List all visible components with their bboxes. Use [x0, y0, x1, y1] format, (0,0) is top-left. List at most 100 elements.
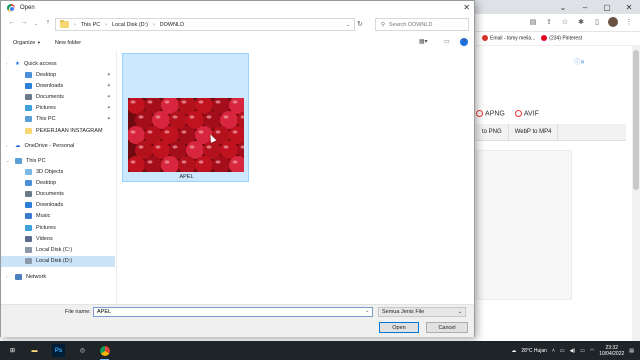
- address-bar[interactable]: › This PC › Local Disk (D:) › DOWNLD ⌄: [55, 18, 355, 31]
- minimize-icon[interactable]: –: [574, 0, 596, 14]
- notifications-icon[interactable]: ▤: [629, 348, 634, 354]
- share-icon[interactable]: ⇪: [544, 17, 554, 27]
- organize-button[interactable]: Organize ▼: [13, 40, 41, 46]
- taskbar: ⊞ ▬ Ps ◎ ☁ 28°C Hujan ˄ ▭ ◀) ▭ ◠ 23:32 1…: [0, 341, 640, 360]
- clock[interactable]: 23:32 10/04/2022: [599, 345, 624, 357]
- desktop-icon: [25, 179, 32, 186]
- dialog-close-icon[interactable]: ✕: [463, 3, 470, 12]
- nav-item[interactable]: Desktop ✦: [1, 69, 115, 80]
- nav-item[interactable]: PEKERJAAN INSTAGRAM: [1, 125, 115, 136]
- help-icon[interactable]: ?: [460, 38, 468, 46]
- chevron-down-icon: ▼: [36, 39, 41, 45]
- format-apng[interactable]: APNG: [476, 110, 505, 117]
- breadcrumb-this-pc[interactable]: This PC: [81, 22, 101, 28]
- command-bar: Organize ▼ New folder ▦▾ ▭ ?: [1, 35, 474, 50]
- nav-item[interactable]: Music: [1, 211, 115, 222]
- format-links: APNG AVIF: [476, 110, 539, 117]
- bookmark-email[interactable]: Email - tomy meila...: [482, 35, 535, 42]
- chrome-icon: [7, 4, 15, 12]
- nav-item[interactable]: Local Disk (C:): [1, 244, 115, 255]
- tray-chevron-icon[interactable]: ˄: [552, 348, 555, 354]
- app-icon[interactable]: ◎: [76, 344, 89, 357]
- nav-item[interactable]: Pictures ✦: [1, 103, 115, 114]
- downloads-icon: [25, 82, 32, 89]
- file-name-dropdown-chevron-icon[interactable]: ⌄: [365, 308, 369, 314]
- nav-item[interactable]: Desktop: [1, 177, 115, 188]
- nav-quick-access[interactable]: › ★ Quick access: [1, 58, 115, 69]
- bookmark-pinterest[interactable]: (234) Pinterest: [541, 35, 582, 42]
- pin-icon[interactable]: ✦: [107, 83, 111, 89]
- volume-icon[interactable]: ◀): [570, 348, 576, 354]
- weather-icon[interactable]: ☁: [511, 348, 516, 354]
- view-options-icon[interactable]: ▦▾: [419, 38, 428, 45]
- convert-tab-webp-to-mp4[interactable]: WebP to MP4: [509, 124, 559, 140]
- profile-avatar[interactable]: [608, 17, 618, 27]
- chrome-taskbar-icon[interactable]: [98, 344, 111, 360]
- back-arrow-icon[interactable]: ←: [7, 19, 17, 26]
- nav-item-label: Desktop: [36, 71, 57, 78]
- refresh-icon[interactable]: ↻: [357, 20, 363, 28]
- nav-item[interactable]: 3D Objects: [1, 166, 115, 177]
- nav-item[interactable]: Videos: [1, 233, 115, 244]
- maximize-icon[interactable]: ▢: [596, 0, 618, 14]
- nav-item[interactable]: This PC ✦: [1, 114, 115, 125]
- start-windows-icon[interactable]: ⊞: [6, 344, 19, 357]
- folder-icon: [25, 127, 32, 134]
- page-scrollbar-thumb[interactable]: [633, 50, 639, 190]
- preview-pane-icon[interactable]: ▭: [444, 38, 450, 45]
- breadcrumb-downld[interactable]: DOWNLD: [160, 22, 184, 28]
- open-button[interactable]: Open: [379, 322, 419, 333]
- new-folder-button[interactable]: New folder: [55, 40, 81, 46]
- nav-item[interactable]: Documents: [1, 188, 115, 199]
- nav-item-label: Downloads: [36, 82, 64, 89]
- extensions-icon[interactable]: ✱: [576, 17, 586, 27]
- nav-item[interactable]: Downloads ✦: [1, 80, 115, 91]
- file-explorer-icon[interactable]: ▬: [28, 344, 41, 357]
- format-avif[interactable]: AVIF: [514, 110, 539, 117]
- wifi-icon[interactable]: ◠: [590, 348, 594, 354]
- nav-item-label: Downloads: [36, 202, 64, 209]
- nav-item[interactable]: Pictures: [1, 222, 115, 233]
- nav-network[interactable]: › Network: [1, 271, 115, 282]
- pin-icon[interactable]: ✦: [107, 94, 111, 100]
- collapse-arrow-icon[interactable]: ⌄: [6, 158, 9, 163]
- browser-tab-search-icon[interactable]: ⌄: [552, 0, 574, 14]
- 3d-objects-icon: [25, 168, 32, 175]
- nav-this-pc[interactable]: ⌄ This PC: [1, 155, 115, 166]
- pin-icon[interactable]: ✦: [107, 72, 111, 78]
- file-item-apel[interactable]: APEL: [122, 53, 249, 182]
- expand-arrow-icon[interactable]: ›: [6, 274, 7, 279]
- network-tray-icon[interactable]: ▭: [560, 348, 565, 354]
- file-name-input[interactable]: [93, 307, 373, 317]
- weather-text[interactable]: 28°C Hujan: [521, 348, 547, 354]
- address-dropdown-chevron-icon[interactable]: ⌄: [346, 22, 350, 28]
- pin-icon[interactable]: ✦: [107, 105, 111, 111]
- translate-icon[interactable]: ▤: [528, 17, 538, 27]
- photoshop-icon[interactable]: Ps: [52, 344, 65, 357]
- cancel-button[interactable]: Cancel: [426, 322, 468, 333]
- file-type-select[interactable]: Semua Jenis File ⌄: [378, 307, 466, 317]
- forward-arrow-icon[interactable]: →: [19, 19, 29, 26]
- close-icon[interactable]: ✕: [618, 0, 640, 14]
- breadcrumb-local-disk-d[interactable]: Local Disk (D:): [112, 22, 148, 28]
- nav-item[interactable]: Documents ✦: [1, 91, 115, 102]
- nav-item[interactable]: Local Disk (D:): [1, 255, 115, 267]
- this-pc-icon: [15, 157, 22, 164]
- bookmark-star-icon[interactable]: ☆: [560, 17, 570, 27]
- convert-tab-to-png[interactable]: to PNG: [476, 124, 509, 140]
- expand-arrow-icon[interactable]: ›: [6, 61, 7, 66]
- search-placeholder: Search DOWNLD: [389, 21, 433, 28]
- sidebar-icon[interactable]: ▯: [592, 17, 602, 27]
- network-icon: [15, 273, 22, 280]
- up-arrow-icon[interactable]: ↑: [43, 19, 53, 26]
- battery-icon[interactable]: ▭: [580, 348, 585, 354]
- search-input[interactable]: ⚲ Search DOWNLD: [375, 18, 469, 31]
- menu-kebab-icon[interactable]: ⋮: [624, 17, 634, 27]
- recent-locations-chevron-icon[interactable]: ⌄: [31, 21, 41, 27]
- expand-arrow-icon[interactable]: ›: [6, 143, 7, 148]
- breadcrumb-separator-icon: ›: [74, 21, 76, 28]
- ad-choices-icon[interactable]: ⓘ✕: [574, 57, 585, 66]
- pin-icon[interactable]: ✦: [107, 116, 111, 122]
- nav-item[interactable]: Downloads: [1, 200, 115, 211]
- nav-onedrive[interactable]: › ☁ OneDrive - Personal: [1, 140, 115, 151]
